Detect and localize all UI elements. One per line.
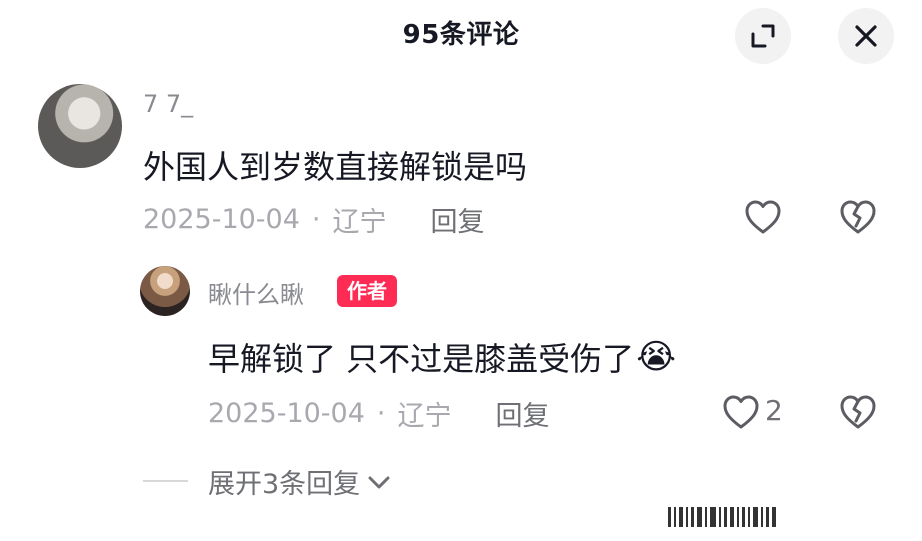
watermark [668,506,900,528]
avatar[interactable] [38,84,122,168]
dislike-icon[interactable] [839,199,877,235]
reply-text-row: 早解锁了 只不过是膝盖受伤了 😭 [208,334,676,380]
divider [143,480,188,482]
chevron-down-icon [368,476,390,488]
reply-button[interactable]: 回复 [431,200,485,239]
comment-meta: 2025-10-04 · 辽宁 回复 [143,200,485,239]
like-icon[interactable] [722,394,760,430]
expand-replies-label: 展开3条回复 [208,469,361,500]
like-count: 2 [765,394,783,427]
meta-separator: · [376,398,386,429]
reply-location: 辽宁 [397,401,452,432]
crying-emoji-icon: 😭 [636,337,676,377]
dislike-icon[interactable] [839,394,877,430]
close-icon [855,25,877,47]
comment-username[interactable]: 7 7_ [143,90,193,118]
expand-button[interactable] [735,8,791,64]
comment-location: 辽宁 [332,207,387,238]
reply-text: 早解锁了 只不过是膝盖受伤了 [208,340,635,378]
reply-meta: 2025-10-04 · 辽宁 回复 [208,394,550,433]
reply-button[interactable]: 回复 [496,394,550,433]
expand-icon [751,24,775,48]
close-button[interactable] [838,8,894,64]
author-badge: 作者 [337,275,397,307]
reply-date: 2025-10-04 [208,398,365,429]
avatar[interactable] [140,266,190,316]
comment-text: 外国人到岁数直接解锁是吗 [143,148,528,186]
reply-username[interactable]: 瞅什么瞅 [208,275,304,310]
comment-date: 2025-10-04 [143,204,300,235]
meta-separator: · [311,204,321,235]
like-icon[interactable] [744,199,782,235]
expand-replies-button[interactable]: 展开3条回复 [208,462,392,501]
